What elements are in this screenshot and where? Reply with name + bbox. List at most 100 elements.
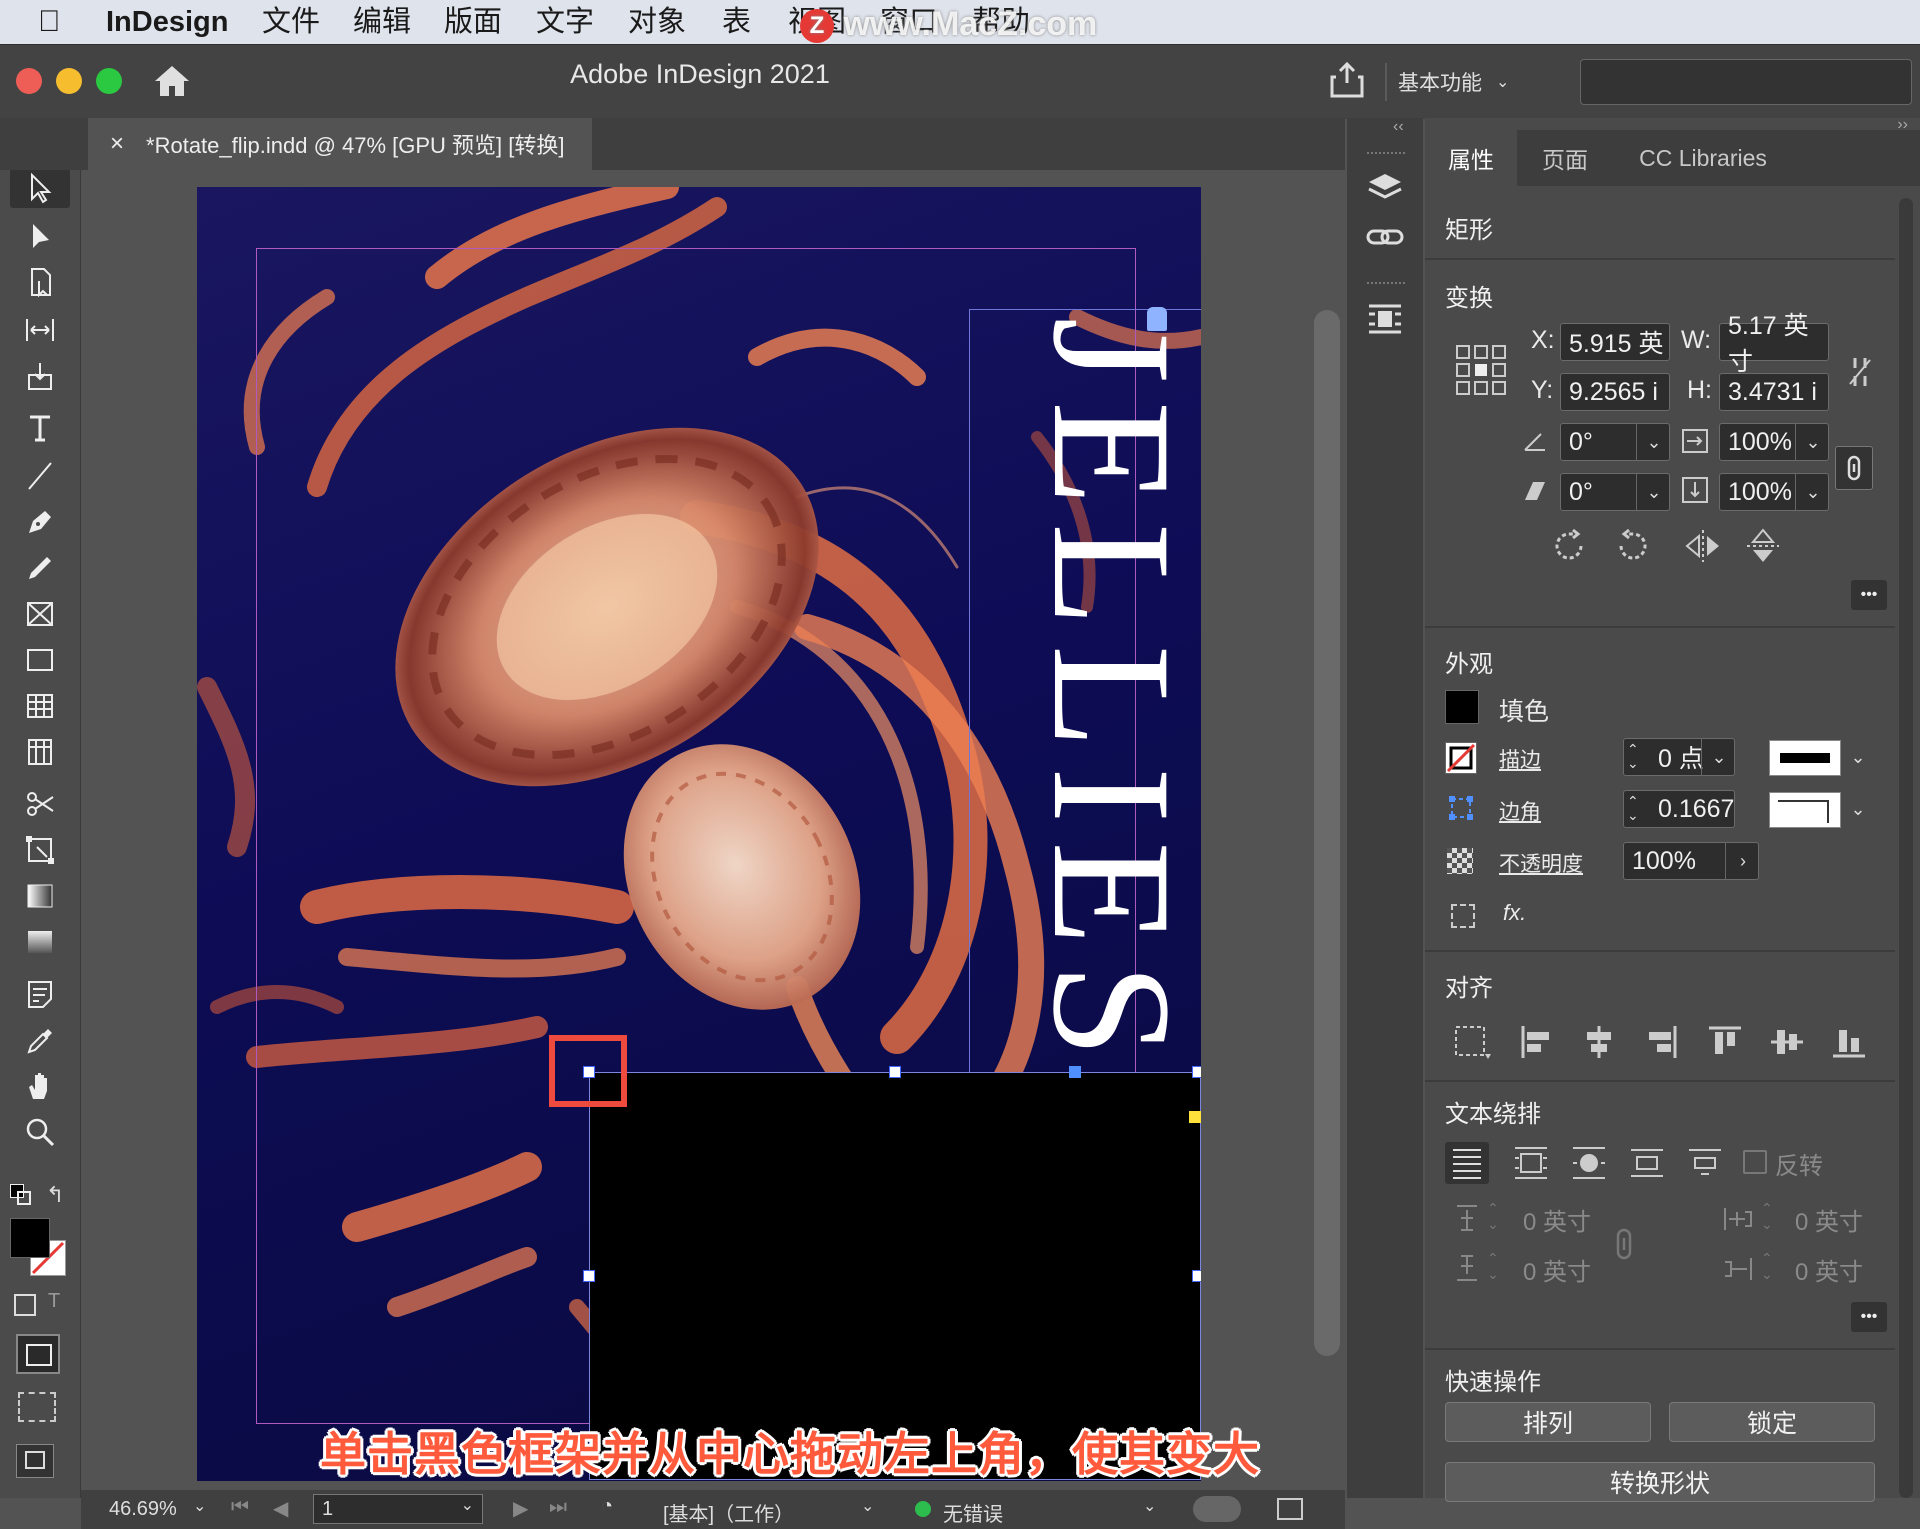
rectangle-tool-icon[interactable] xyxy=(10,640,70,680)
open-document-icon[interactable]: ◔ xyxy=(601,1495,613,1518)
rotate-counterclockwise-icon[interactable] xyxy=(1615,528,1651,564)
first-page-icon[interactable]: ⏮ xyxy=(231,1496,249,1519)
more-options-button[interactable]: ••• xyxy=(1851,1302,1887,1332)
handle-top-right[interactable] xyxy=(1192,1066,1201,1078)
selection-tool-icon[interactable] xyxy=(10,168,70,208)
master-status[interactable]: [基本]（工作） xyxy=(663,1498,794,1527)
stroke-label[interactable]: 描边 xyxy=(1499,744,1541,774)
formatting-text-icon[interactable]: T xyxy=(48,1290,60,1313)
left-offset-field[interactable]: 0 英寸 xyxy=(1795,1202,1863,1237)
wrap-object-shape-icon[interactable] xyxy=(1569,1144,1609,1182)
free-transform-tool-icon[interactable] xyxy=(10,830,70,870)
tab-properties[interactable]: 属性 xyxy=(1425,130,1517,186)
eyedropper-tool-icon[interactable] xyxy=(10,1020,70,1060)
drop-shadow-icon[interactable] xyxy=(1451,904,1475,928)
corner-label[interactable]: 边角 xyxy=(1499,796,1541,826)
zoom-level[interactable]: 46.69% xyxy=(109,1498,177,1521)
chevron-down-icon[interactable]: ⌄ xyxy=(1841,738,1875,776)
align-horizontal-centers-icon[interactable] xyxy=(1581,1024,1617,1060)
text-wrap-panel-icon[interactable] xyxy=(1365,302,1405,336)
direct-selection-tool-icon[interactable] xyxy=(10,216,70,256)
corner-options-icon[interactable] xyxy=(1447,794,1475,822)
width-field[interactable]: 5.17 英寸 xyxy=(1719,312,1829,376)
effects-button[interactable]: fx. xyxy=(1503,900,1526,926)
right-offset-field[interactable]: 0 英寸 xyxy=(1795,1252,1863,1287)
no-text-wrap-button[interactable] xyxy=(1445,1142,1489,1184)
pen-tool-icon[interactable] xyxy=(10,502,70,542)
rectangle-frame-tool-icon[interactable] xyxy=(10,594,70,634)
handle-top-center[interactable] xyxy=(889,1066,901,1078)
handle-middle-right[interactable] xyxy=(1192,1270,1201,1282)
chevron-right-icon[interactable]: › xyxy=(1725,842,1760,880)
corner-shape-swatch[interactable] xyxy=(1769,792,1841,828)
type-tool-icon[interactable] xyxy=(10,408,70,448)
workspace-switcher[interactable]: 基本功能 ⌄ xyxy=(1398,63,1544,101)
zoom-tool-icon[interactable] xyxy=(10,1112,70,1152)
stroke-color-swatch[interactable] xyxy=(1445,742,1477,774)
scissors-tool-icon[interactable] xyxy=(10,784,70,824)
align-vertical-centers-icon[interactable] xyxy=(1769,1024,1805,1060)
stepper-arrows-icon[interactable]: ⌃ ⌄ xyxy=(1627,794,1639,822)
preview-mode-icon[interactable] xyxy=(18,1392,56,1422)
live-corner-handle[interactable] xyxy=(1189,1111,1201,1123)
y-position-field[interactable]: 9.2565 i xyxy=(1560,373,1670,411)
arrange-button[interactable]: 排列 xyxy=(1445,1402,1651,1442)
height-field[interactable]: 3.4731 i xyxy=(1719,373,1829,411)
links-icon[interactable] xyxy=(1365,222,1405,252)
next-page-icon[interactable]: ▶ xyxy=(513,1496,528,1521)
search-input[interactable] xyxy=(1580,59,1912,105)
tab-cc-libraries[interactable]: CC Libraries xyxy=(1613,130,1793,186)
document-page[interactable]: JELLIES xyxy=(197,187,1201,1481)
flip-vertical-icon[interactable] xyxy=(1745,526,1781,566)
vertical-grid-tool-icon[interactable] xyxy=(10,732,70,772)
hand-tool-icon[interactable] xyxy=(10,1066,70,1106)
fill-swatch[interactable] xyxy=(10,1218,50,1258)
handle-middle-left[interactable] xyxy=(583,1270,595,1282)
close-tab-icon[interactable]: × xyxy=(110,130,124,158)
last-page-icon[interactable]: ⏭ xyxy=(549,1496,567,1519)
stepper-arrows-icon[interactable]: ⌃ ⌄ xyxy=(1487,1200,1499,1232)
menu-edit[interactable]: 编辑 xyxy=(353,4,411,40)
menu-table[interactable]: 表 xyxy=(722,4,751,40)
gradient-swatch-tool-icon[interactable] xyxy=(10,876,70,916)
wrap-bounding-box-icon[interactable] xyxy=(1511,1144,1551,1182)
content-collector-icon[interactable] xyxy=(10,356,70,396)
default-colors-icon[interactable] xyxy=(10,1184,31,1205)
panel-scrollbar[interactable] xyxy=(1899,198,1913,1498)
corner-size-field[interactable]: 0.1667 xyxy=(1623,790,1735,828)
bottom-offset-field[interactable]: 0 英寸 xyxy=(1523,1252,1591,1287)
pencil-tool-icon[interactable] xyxy=(10,548,70,588)
screen-mode-icon[interactable] xyxy=(16,1334,60,1374)
stepper-arrows-icon[interactable]: ⌃ ⌄ xyxy=(1761,1250,1773,1282)
chevron-down-icon[interactable]: ⌄ xyxy=(1795,473,1830,511)
reference-point-icon[interactable] xyxy=(1455,344,1507,396)
document-tab[interactable]: × *Rotate_flip.indd @ 47% [GPU 预览] [转换] xyxy=(88,118,592,170)
chevron-down-icon[interactable]: ⌄ xyxy=(1795,423,1830,461)
page-number-field[interactable]: 1 ⌄ xyxy=(313,1494,483,1524)
formatting-container-icon[interactable] xyxy=(14,1294,36,1316)
layers-icon[interactable] xyxy=(1365,168,1405,208)
constrain-scale-link-icon[interactable] xyxy=(1835,446,1873,490)
gpu-preview-icon[interactable] xyxy=(16,1444,54,1478)
stepper-arrows-icon[interactable]: ⌃ ⌄ xyxy=(1627,742,1639,770)
split-view-icon[interactable] xyxy=(1277,1498,1303,1520)
horizontal-scrollbar[interactable] xyxy=(1193,1496,1241,1522)
tab-pages[interactable]: 页面 xyxy=(1517,130,1613,186)
vertical-scrollbar[interactable] xyxy=(1314,310,1340,1356)
share-icon[interactable] xyxy=(1330,61,1364,99)
align-to-selection-icon[interactable] xyxy=(1453,1024,1493,1060)
expand-dock-icon[interactable]: ‹‹ xyxy=(1393,118,1404,136)
invert-checkbox[interactable] xyxy=(1743,1150,1767,1174)
chevron-down-icon[interactable]: ⌄ xyxy=(1636,473,1671,511)
line-tool-icon[interactable] xyxy=(10,456,70,496)
chevron-down-icon[interactable]: ⌄ xyxy=(1841,790,1875,828)
lock-button[interactable]: 锁定 xyxy=(1669,1402,1875,1442)
jump-to-next-column-icon[interactable] xyxy=(1685,1144,1725,1182)
top-offset-field[interactable]: 0 英寸 xyxy=(1523,1202,1591,1237)
menu-type[interactable]: 文字 xyxy=(536,4,594,40)
align-bottom-edges-icon[interactable] xyxy=(1831,1024,1867,1060)
more-options-button[interactable]: ••• xyxy=(1851,580,1887,610)
menu-app-name[interactable]: InDesign xyxy=(106,4,228,40)
previous-page-icon[interactable]: ◀ xyxy=(273,1496,288,1521)
jump-object-icon[interactable] xyxy=(1627,1144,1667,1182)
